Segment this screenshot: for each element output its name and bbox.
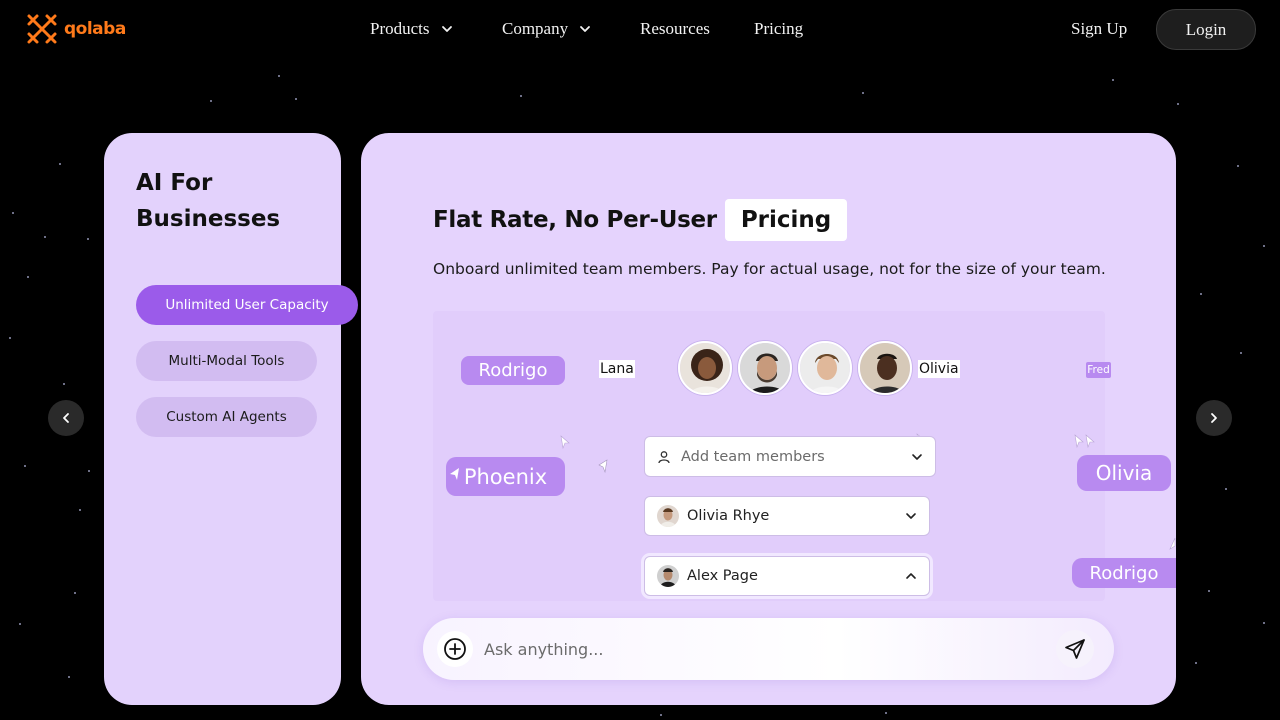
user-icon	[658, 450, 670, 463]
add-team-members-select[interactable]: Add team members	[644, 436, 936, 477]
cursor-icon	[598, 459, 608, 473]
chevron-left-icon	[63, 413, 69, 423]
member-name: Olivia Rhye	[687, 508, 770, 524]
cursor-icon	[450, 468, 459, 480]
nav-company[interactable]: Company	[502, 19, 592, 39]
cursor-icon	[1169, 537, 1176, 550]
feature-list-card: AI For Businesses Unlimited User Capacit…	[104, 133, 358, 705]
plus-circle-icon	[444, 638, 466, 660]
brand-name: qolaba	[64, 19, 126, 39]
add-team-members-placeholder: Add team members	[681, 448, 825, 465]
send-button[interactable]	[1056, 630, 1094, 668]
brand-logo[interactable]: qolaba	[26, 12, 126, 46]
nav-resources-label: Resources	[640, 19, 710, 38]
name-label-lana: Lana	[599, 360, 635, 378]
feature-list-title: AI For Businesses	[136, 170, 281, 232]
qolaba-logo-icon	[27, 14, 57, 44]
ask-input[interactable]	[484, 637, 1024, 661]
team-avatar-3	[798, 341, 852, 395]
team-avatar-4	[858, 341, 912, 395]
feature-headline: Flat Rate, No Per-User Pricing	[433, 199, 848, 241]
name-tag-olivia: Olivia	[1077, 455, 1171, 491]
headline-highlight: Pricing	[724, 199, 848, 241]
login-button[interactable]: Login	[1156, 9, 1256, 50]
chevron-down-icon	[580, 26, 591, 32]
ask-bar	[423, 618, 1114, 680]
add-attachment-button[interactable]	[437, 631, 473, 667]
member-select-olivia-rhye[interactable]: Olivia Rhye	[644, 496, 930, 536]
member-select-alex-page[interactable]: Alex Page	[644, 556, 930, 596]
team-avatar-1	[678, 341, 732, 395]
nav-products[interactable]: Products	[370, 19, 454, 39]
cursor-icon	[560, 435, 570, 449]
nav-products-label: Products	[370, 19, 430, 38]
carousel-next-button[interactable]	[1196, 400, 1232, 436]
member-name: Alex Page	[687, 568, 758, 584]
name-tag-rodrigo-bottom: Rodrigo	[1072, 558, 1176, 588]
name-tag-rodrigo: Rodrigo	[461, 356, 565, 385]
send-icon	[1065, 639, 1085, 659]
chevron-down-icon	[906, 513, 916, 519]
member-avatar	[657, 505, 679, 527]
nav-resources[interactable]: Resources	[640, 19, 710, 39]
chevron-down-icon	[912, 453, 922, 460]
feature-subtitle: Onboard unlimited team members. Pay for …	[433, 260, 1106, 278]
signup-link[interactable]: Sign Up	[1071, 19, 1127, 39]
feature-tab-unlimited-users[interactable]: Unlimited User Capacity	[136, 285, 358, 325]
feature-tab-multimodal-tools[interactable]: Multi-Modal Tools	[136, 341, 317, 381]
headline-text: Flat Rate, No Per-User	[433, 207, 717, 233]
nav-company-label: Company	[502, 19, 569, 38]
chevron-down-icon	[441, 26, 452, 32]
name-tag-phoenix: Phoenix	[446, 457, 565, 496]
top-navbar: qolaba Products Company Resources Pricin…	[0, 0, 1280, 58]
nav-pricing[interactable]: Pricing	[754, 19, 803, 39]
nav-pricing-label: Pricing	[754, 19, 804, 38]
chevron-right-icon	[1211, 413, 1217, 423]
carousel-prev-button[interactable]	[48, 400, 84, 436]
team-avatar-2	[738, 341, 792, 395]
member-avatar	[657, 565, 679, 587]
cursor-pair-icon	[1074, 434, 1095, 448]
feature-tab-custom-agents[interactable]: Custom AI Agents	[136, 397, 317, 437]
name-tag-fred: Fred	[1086, 362, 1111, 378]
feature-detail-card: Flat Rate, No Per-User Pricing Onboard u…	[361, 133, 1176, 705]
chevron-up-icon	[906, 573, 916, 579]
name-label-olivia: Olivia	[918, 360, 960, 378]
